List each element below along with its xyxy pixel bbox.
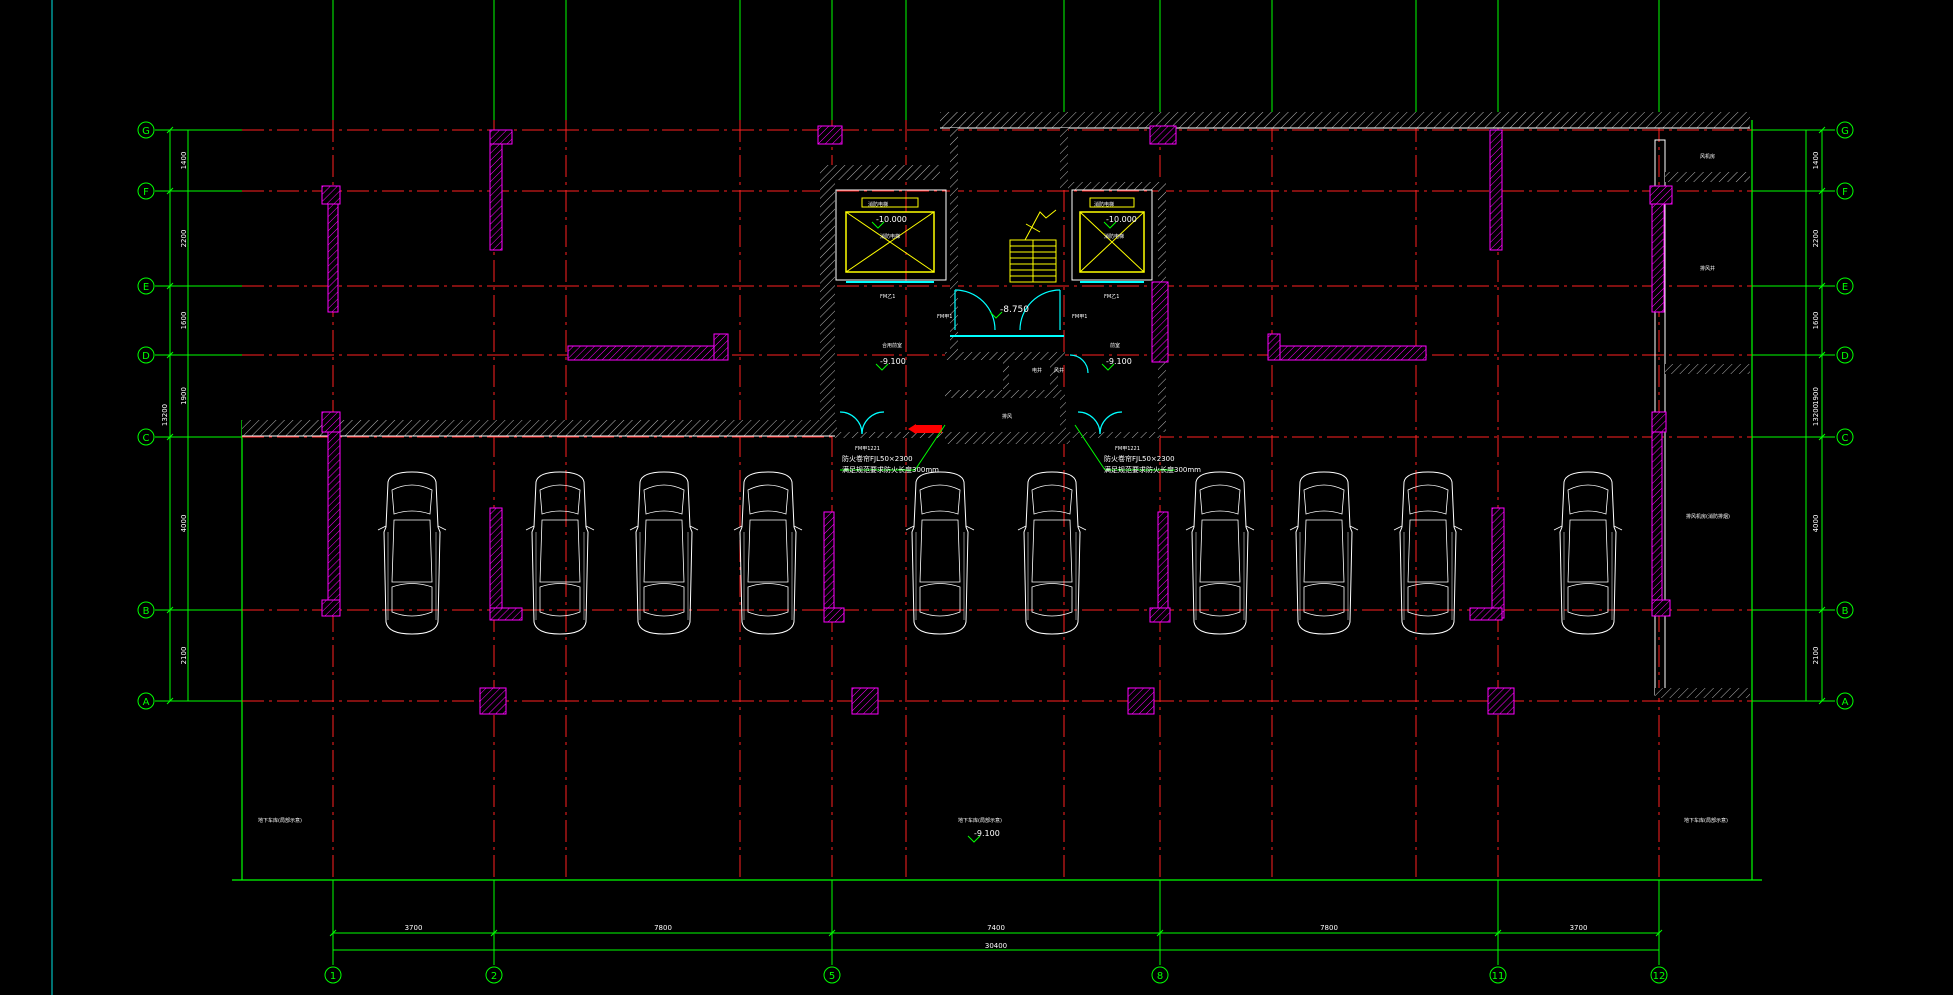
level-lobby-right: -9.100 bbox=[1106, 357, 1132, 366]
grid-label-C-left: C bbox=[143, 433, 150, 444]
grid-label-8: 8 bbox=[1157, 971, 1163, 982]
stair bbox=[1009, 209, 1057, 283]
dim-right-total: 13200 bbox=[1812, 404, 1820, 426]
grid-label-1: 1 bbox=[330, 971, 336, 982]
dim-right-span: 4000 bbox=[1812, 515, 1820, 533]
parked-car bbox=[1289, 471, 1359, 635]
room-small2-label: 风井 bbox=[1054, 367, 1064, 374]
parked-car bbox=[905, 471, 975, 635]
dim-left-span: 1900 bbox=[180, 387, 188, 405]
right-room-2: 排风井 bbox=[1700, 265, 1715, 272]
elevator-left-label: 消防电梯 bbox=[868, 201, 888, 208]
grid-label-A-left: A bbox=[143, 697, 150, 708]
note-left-2: 满足规范要求防火长度300mm bbox=[842, 465, 939, 474]
grid-label-G-left: G bbox=[142, 126, 150, 137]
dim-right-span: 1400 bbox=[1812, 152, 1820, 170]
dim-left-span: 2200 bbox=[180, 230, 188, 248]
grid-label-B-right: B bbox=[1842, 606, 1849, 617]
grid-label-C-right: C bbox=[1842, 433, 1849, 444]
dim-left-span: 4000 bbox=[180, 515, 188, 533]
outer-frame bbox=[232, 120, 1762, 881]
cad-floor-plan: 1 2 5 8 11 12G GF FE ED DC CB BA A -10.0… bbox=[51, 0, 1854, 995]
dim-bottom-span: 7400 bbox=[987, 924, 1005, 932]
door-right-code: FM甲1221 bbox=[1115, 446, 1140, 452]
grid-label-D-right: D bbox=[1841, 351, 1849, 362]
dim-bottom-total: 30400 bbox=[985, 942, 1007, 950]
right-room-1: 风机房 bbox=[1700, 153, 1715, 160]
small-room-label: 排风 bbox=[1002, 413, 1012, 420]
dimension-lines: 3700 7800 7400 7800 3700 30400 1400 2200 1600 190… bbox=[161, 126, 1826, 951]
grid-label-F-left: F bbox=[143, 187, 149, 198]
level-lobby-left: -9.100 bbox=[880, 357, 906, 366]
note-left-1: 防火卷帘FJL50×2300 bbox=[842, 454, 913, 463]
grid-label-D-left: D bbox=[142, 351, 150, 362]
level-elevator-left: -10.000 bbox=[876, 215, 907, 224]
fire-door-left: FM甲1 bbox=[937, 314, 952, 320]
parking-right: 地下车库(局部示意) bbox=[1684, 817, 1728, 824]
stair-door-right: FM乙1 bbox=[1104, 293, 1119, 300]
note-right-1: 防火卷帘FJL50×2300 bbox=[1104, 454, 1175, 463]
parked-car bbox=[1185, 471, 1255, 635]
grid-label-B-left: B bbox=[143, 606, 150, 617]
dim-bottom-span: 3700 bbox=[405, 924, 423, 932]
grid-label-2: 2 bbox=[491, 971, 497, 982]
fire-door-right: FM甲1 bbox=[1072, 314, 1087, 320]
level-parking-center: -9.100 bbox=[974, 829, 1000, 838]
parking-center: 地下车库(局部示意) bbox=[958, 817, 1002, 824]
labels: -10.000 -10.000 -8.750 -9.100 -9.100 -9.… bbox=[258, 153, 1730, 838]
dim-right-span: 1900 bbox=[1812, 387, 1820, 405]
right-room-3: 排风机房(消防排烟) bbox=[1686, 513, 1730, 520]
grid-label-11: 11 bbox=[1492, 971, 1505, 982]
lobby-right-label: 前室 bbox=[1110, 342, 1120, 349]
dim-bottom-span: 7800 bbox=[654, 924, 672, 932]
elevator-right-label: 消防电梯 bbox=[1094, 201, 1114, 208]
grid-label-G-right: G bbox=[1841, 126, 1849, 137]
grid-label-A-right: A bbox=[1842, 697, 1849, 708]
note-right-2: 满足规范要求防火长度300mm bbox=[1104, 465, 1201, 474]
stair-door-left: FM乙1 bbox=[880, 293, 895, 300]
grid-label-5: 5 bbox=[829, 971, 835, 982]
grid-label-F-right: F bbox=[1842, 187, 1848, 198]
dim-left-span: 1600 bbox=[180, 312, 188, 330]
dim-bottom-span: 3700 bbox=[1570, 924, 1588, 932]
dim-right-span: 2200 bbox=[1812, 230, 1820, 248]
level-stair-landing: -8.750 bbox=[1000, 305, 1029, 315]
elevator-shaft-right: 消防电梯 bbox=[1104, 233, 1124, 240]
grid-label-12: 12 bbox=[1653, 971, 1666, 982]
parked-car bbox=[1393, 471, 1463, 635]
door-left-code: FM甲1221 bbox=[855, 446, 880, 452]
dim-left-span: 2100 bbox=[180, 647, 188, 665]
dim-left-span: 1400 bbox=[180, 152, 188, 170]
grid-label-E-right: E bbox=[1842, 282, 1848, 293]
dim-right-span: 1600 bbox=[1812, 312, 1820, 330]
elevator-shaft-left: 消防电梯 bbox=[880, 233, 900, 240]
grid-label-E-left: E bbox=[143, 282, 149, 293]
parking-left: 地下车库(局部示意) bbox=[258, 817, 302, 824]
lobby-left-label: 合用前室 bbox=[882, 342, 902, 349]
room-small-label: 电井 bbox=[1032, 367, 1042, 374]
dim-left-total: 13200 bbox=[161, 404, 169, 426]
dim-right-span: 2100 bbox=[1812, 647, 1820, 665]
dim-bottom-span: 7800 bbox=[1320, 924, 1338, 932]
level-elevator-right: -10.000 bbox=[1106, 215, 1137, 224]
